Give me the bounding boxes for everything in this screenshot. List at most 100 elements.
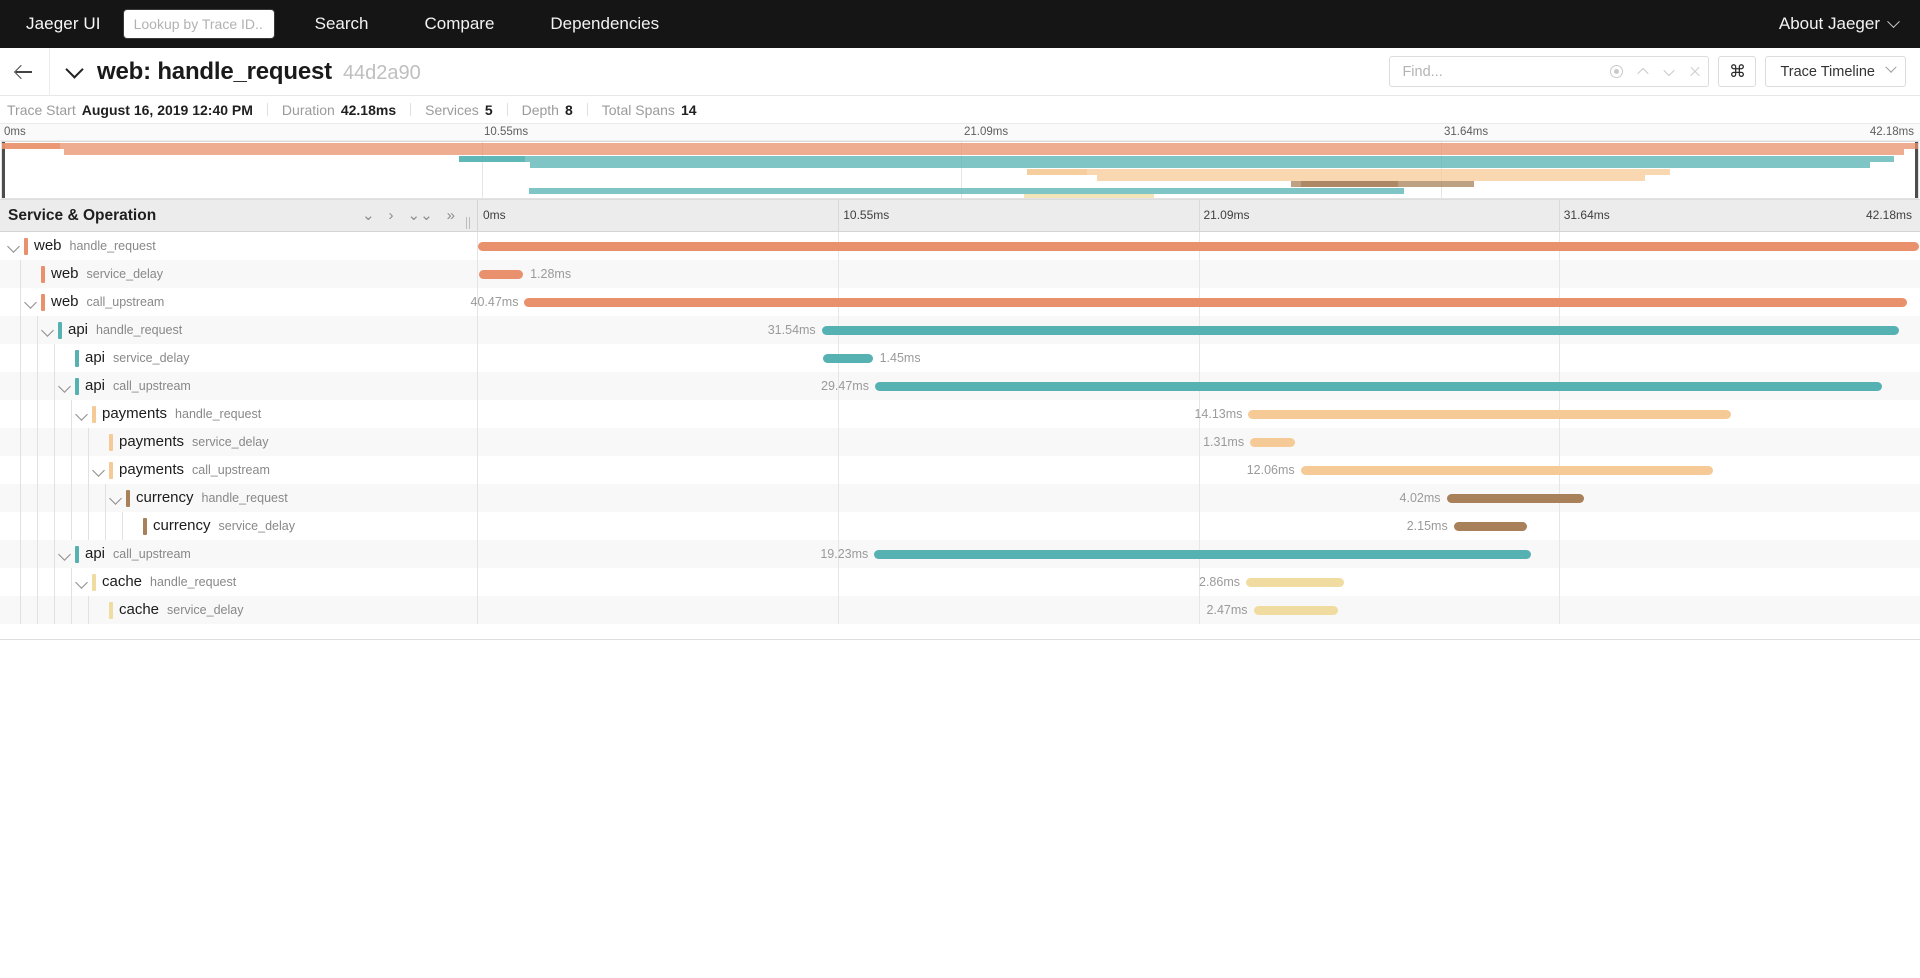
- span-duration-bar[interactable]: [1453, 522, 1528, 531]
- span-tree-cell[interactable]: cache service_delay: [0, 596, 478, 624]
- prev-match-icon[interactable]: [1635, 64, 1650, 79]
- span-duration-bar[interactable]: [1245, 578, 1344, 587]
- span-tree-cell[interactable]: web handle_request: [0, 232, 478, 260]
- span-name[interactable]: currency handle_request: [136, 489, 288, 506]
- search-input[interactable]: [1390, 57, 1610, 86]
- span-name[interactable]: api call_upstream: [85, 377, 191, 394]
- collapse-toggle-icon[interactable]: [8, 241, 20, 253]
- span-name[interactable]: currency service_delay: [153, 517, 295, 534]
- minimap-drag-handle-right[interactable]: [1915, 142, 1918, 198]
- span-bar-cell[interactable]: 40.47ms: [471, 288, 1920, 316]
- collapse-toggle-icon[interactable]: [110, 493, 122, 505]
- collapse-toggle-icon[interactable]: [93, 465, 105, 477]
- span-bar-cell[interactable]: 12.06ms: [478, 456, 1920, 484]
- collapse-toggle-icon[interactable]: [59, 381, 71, 393]
- span-tree-cell[interactable]: currency service_delay: [0, 512, 478, 540]
- span-tree-cell[interactable]: api service_delay: [0, 344, 478, 372]
- span-bar-cell[interactable]: [478, 232, 1920, 260]
- span-rows-container[interactable]: web handle_request web service_delay 1.28ms w…: [0, 232, 1920, 640]
- view-mode-select[interactable]: Trace Timeline: [1765, 56, 1906, 87]
- table-row[interactable]: cache handle_request 2.86ms: [0, 568, 1920, 596]
- span-bar-cell[interactable]: 2.86ms: [478, 568, 1920, 596]
- nav-link-compare[interactable]: Compare: [424, 14, 494, 34]
- table-row[interactable]: api service_delay 1.45ms: [0, 344, 1920, 372]
- span-name[interactable]: api handle_request: [68, 321, 182, 338]
- span-tree-cell[interactable]: payments service_delay: [0, 428, 478, 456]
- span-bar-cell[interactable]: 31.54ms: [478, 316, 1920, 344]
- table-row[interactable]: payments handle_request 14.13ms: [0, 400, 1920, 428]
- next-match-icon[interactable]: [1661, 64, 1676, 79]
- table-row[interactable]: payments call_upstream 12.06ms: [0, 456, 1920, 484]
- span-tree-cell[interactable]: web service_delay: [0, 260, 478, 288]
- span-duration-bar[interactable]: [479, 270, 524, 279]
- span-duration-bar[interactable]: [1250, 438, 1295, 447]
- chevron-down-icon[interactable]: [65, 60, 84, 79]
- span-name[interactable]: api service_delay: [85, 349, 189, 366]
- span-tree-cell[interactable]: api call_upstream: [0, 540, 478, 568]
- trace-id-lookup-input[interactable]: [122, 9, 275, 39]
- span-tree-cell[interactable]: payments call_upstream: [0, 456, 478, 484]
- span-name[interactable]: cache service_delay: [119, 601, 243, 618]
- span-name[interactable]: payments call_upstream: [119, 461, 270, 478]
- span-bar-cell[interactable]: 2.47ms: [478, 596, 1920, 624]
- timeline-ruler[interactable]: 0ms 10.55ms 21.09ms 31.64ms 42.18ms: [478, 200, 1920, 231]
- span-tree-cell[interactable]: api handle_request: [0, 316, 478, 344]
- span-name[interactable]: web service_delay: [51, 265, 163, 282]
- span-bar-cell[interactable]: 1.31ms: [478, 428, 1920, 456]
- span-name[interactable]: web call_upstream: [51, 293, 164, 310]
- span-name[interactable]: payments service_delay: [119, 433, 268, 450]
- span-duration-bar[interactable]: [874, 550, 1532, 559]
- collapse-toggle-icon[interactable]: [59, 549, 71, 561]
- expand-all-icon[interactable]: »: [447, 208, 455, 223]
- span-name[interactable]: api call_upstream: [85, 545, 191, 562]
- span-name[interactable]: cache handle_request: [102, 573, 236, 590]
- nav-link-search[interactable]: Search: [315, 14, 369, 34]
- span-bar-cell[interactable]: 14.13ms: [478, 400, 1920, 428]
- table-row[interactable]: web call_upstream 40.47ms: [0, 288, 1920, 316]
- span-tree-cell[interactable]: web call_upstream: [0, 288, 478, 316]
- clear-search-icon[interactable]: [1687, 64, 1702, 79]
- span-duration-bar[interactable]: [823, 354, 873, 363]
- span-bar-cell[interactable]: 2.15ms: [478, 512, 1920, 540]
- span-duration-bar[interactable]: [478, 242, 1919, 251]
- keyboard-shortcuts-button[interactable]: ⌘: [1718, 56, 1757, 87]
- span-tree-cell[interactable]: payments handle_request: [0, 400, 478, 428]
- expand-one-icon[interactable]: ›: [389, 208, 394, 223]
- span-tree-cell[interactable]: api call_upstream: [0, 372, 478, 400]
- collapse-toggle-icon[interactable]: [76, 577, 88, 589]
- minimap-viewport[interactable]: [1, 141, 1919, 199]
- about-jaeger-menu[interactable]: About Jaeger: [1779, 0, 1900, 48]
- table-row[interactable]: currency handle_request 4.02ms: [0, 484, 1920, 512]
- span-name[interactable]: web handle_request: [34, 237, 156, 254]
- span-duration-bar[interactable]: [1300, 466, 1713, 475]
- table-row[interactable]: web handle_request: [0, 232, 1920, 260]
- table-row[interactable]: cache service_delay 2.47ms: [0, 596, 1920, 624]
- table-row[interactable]: api call_upstream 29.47ms: [0, 372, 1920, 400]
- span-duration-bar[interactable]: [874, 382, 1882, 391]
- collapse-toggle-icon[interactable]: [25, 297, 37, 309]
- focus-match-icon[interactable]: [1609, 64, 1624, 79]
- span-duration-bar[interactable]: [1248, 410, 1732, 419]
- span-tree-cell[interactable]: cache handle_request: [0, 568, 478, 596]
- table-row[interactable]: currency service_delay 2.15ms: [0, 512, 1920, 540]
- minimap-drag-handle-left[interactable]: [2, 142, 5, 198]
- table-row[interactable]: api handle_request 31.54ms: [0, 316, 1920, 344]
- collapse-one-icon[interactable]: ⌄: [362, 208, 375, 223]
- table-row[interactable]: api call_upstream 19.23ms: [0, 540, 1920, 568]
- nav-link-dependencies[interactable]: Dependencies: [550, 14, 659, 34]
- span-duration-bar[interactable]: [524, 298, 1908, 307]
- span-bar-cell[interactable]: 1.45ms: [478, 344, 1920, 372]
- brand-logo[interactable]: Jaeger UI: [26, 14, 101, 34]
- table-row[interactable]: payments service_delay 1.31ms: [0, 428, 1920, 456]
- table-row[interactable]: web service_delay 1.28ms: [0, 260, 1920, 288]
- span-bar-cell[interactable]: 4.02ms: [478, 484, 1920, 512]
- back-button[interactable]: [0, 47, 50, 96]
- span-duration-bar[interactable]: [1446, 494, 1584, 503]
- collapse-all-icon[interactable]: ⌄⌄: [408, 208, 433, 223]
- span-bar-cell[interactable]: 29.47ms: [478, 372, 1920, 400]
- span-bar-cell[interactable]: 1.28ms: [478, 260, 1920, 288]
- span-name[interactable]: payments handle_request: [102, 405, 261, 422]
- column-resize-handle[interactable]: [466, 217, 474, 229]
- span-duration-bar[interactable]: [821, 326, 1900, 335]
- span-duration-bar[interactable]: [1253, 606, 1338, 615]
